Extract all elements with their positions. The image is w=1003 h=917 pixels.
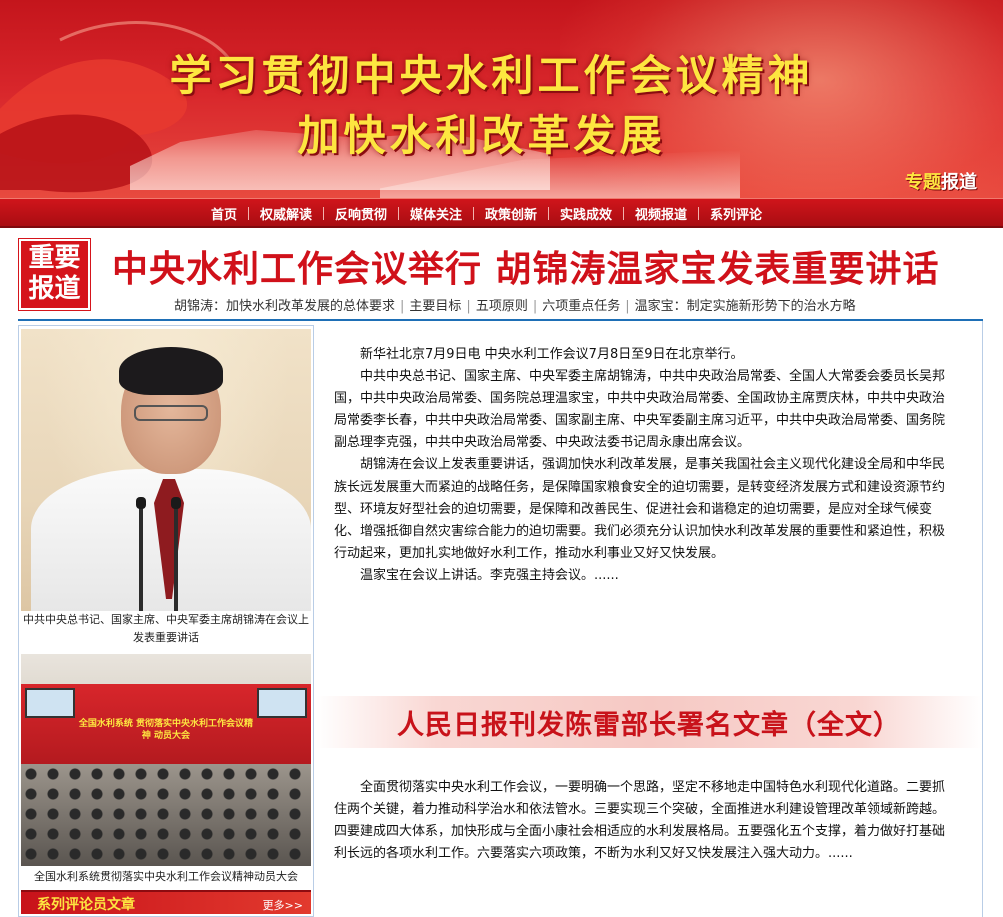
secondary-article: 全面贯彻落实中央水利工作会议，一要明确一个思路，坚定不移地走中国特色水利现代化道… bbox=[334, 777, 952, 865]
main-divider bbox=[18, 319, 983, 321]
banner-title-line1: 学习贯彻中央水利工作会议精神 bbox=[169, 51, 814, 100]
stage-screen bbox=[25, 688, 75, 718]
sublink-divider: | bbox=[532, 299, 538, 314]
article-paragraph: 中共中央总书记、国家主席、中央军委主席胡锦涛，中共中央政治局常委、全国人大常委会… bbox=[334, 369, 946, 451]
microphone-icon bbox=[171, 497, 181, 611]
nav-item-practice[interactable]: 实践成效 bbox=[549, 204, 623, 223]
left-column: 中共中央总书记、国家主席、中央军委主席胡锦涛在会议上发表重要讲话 全国水利系统 … bbox=[18, 325, 314, 917]
important-report-badge: 重要 报道 bbox=[18, 238, 91, 311]
nav-item-media[interactable]: 媒体关注 bbox=[399, 204, 473, 223]
speech-photo[interactable] bbox=[21, 329, 311, 611]
more-link[interactable]: 更多>> bbox=[263, 897, 303, 913]
glasses-shape bbox=[134, 405, 208, 421]
meeting-photo-caption[interactable]: 全国水利系统贯彻落实中央水利工作会议精神动员大会 bbox=[21, 866, 311, 888]
nav-item-home[interactable]: 首页 bbox=[200, 204, 248, 223]
sublink-five-principles[interactable]: 五项原则 bbox=[476, 299, 528, 314]
secondary-article-paragraph[interactable]: 全面贯彻落实中央水利工作会议，一要明确一个思路，坚定不移地走中国特色水利现代化道… bbox=[334, 777, 952, 865]
badge-part2: 报道 bbox=[941, 172, 977, 193]
special-report-badge: 专题报道 bbox=[905, 168, 977, 194]
nav-list: 首页 权威解读 反响贯彻 媒体关注 政策创新 实践成效 视频报道 系列评论 bbox=[0, 199, 1003, 227]
article-paragraph: 胡锦涛在会议上发表重要讲话，强调加快水利改革发展，是事关我国社会主义现代化建设全… bbox=[334, 457, 946, 561]
nav-item-authoritative[interactable]: 权威解读 bbox=[249, 204, 323, 223]
main-nav: 首页 权威解读 反响贯彻 媒体关注 政策创新 实践成效 视频报道 系列评论 bbox=[0, 198, 1003, 228]
stage-screen bbox=[257, 688, 307, 718]
secondary-article-title[interactable]: 人民日报刊发陈雷部长署名文章（全文） bbox=[316, 703, 982, 742]
sublink-six-tasks[interactable]: 六项重点任务 bbox=[542, 299, 620, 314]
headline-sublinks: 胡锦涛：加快水利改革发展的总体要求 | 主要目标 | 五项原则 | 六项重点任务 | 温家宝：制… bbox=[174, 295, 856, 314]
series-commentary-title: 系列评论员文章 bbox=[37, 897, 135, 913]
badge-part1: 专题 bbox=[905, 172, 941, 193]
nav-item-video[interactable]: 视频报道 bbox=[624, 204, 698, 223]
sublink-main-goals[interactable]: 主要目标 bbox=[409, 299, 461, 314]
microphone-icon bbox=[136, 497, 146, 611]
stage-banner-text: 全国水利系统 贯彻落实中央水利工作会议精神 动员大会 bbox=[78, 719, 254, 741]
banner: 学习贯彻中央水利工作会议精神 加快水利改革发展 专题报道 bbox=[0, 0, 1003, 198]
secondary-article-title-band: 人民日报刊发陈雷部长署名文章（全文） bbox=[316, 696, 982, 748]
badge-line2: 报道 bbox=[28, 274, 81, 304]
nav-item-policy[interactable]: 政策创新 bbox=[474, 204, 548, 223]
main-article: 新华社北京7月9日电 中央水利工作会议7月8日至9日在北京举行。 中共中央总书记… bbox=[334, 344, 952, 587]
sublink-divider: | bbox=[466, 299, 471, 314]
nav-item-response[interactable]: 反响贯彻 bbox=[324, 204, 398, 223]
sublink-divider: | bbox=[400, 299, 405, 314]
banner-title-line2: 加快水利改革发展 bbox=[297, 111, 666, 160]
article-paragraph-ending[interactable]: 温家宝在会议上讲话。李克强主持会议。...... bbox=[334, 565, 952, 587]
sublink-divider: | bbox=[625, 299, 630, 314]
stage-backdrop: 全国水利系统 贯彻落实中央水利工作会议精神 动员大会 bbox=[21, 684, 311, 764]
sublink-general-requirements[interactable]: 胡锦涛：加快水利改革发展的总体要求 bbox=[174, 299, 395, 314]
sublink-wen-strategy[interactable]: 温家宝：制定实施新形势下的治水方略 bbox=[635, 299, 856, 314]
audience-crowd bbox=[21, 764, 311, 866]
hair-shape bbox=[119, 347, 223, 395]
mobilization-meeting-photo[interactable]: 全国水利系统 贯彻落实中央水利工作会议精神 动员大会 bbox=[21, 654, 311, 866]
badge-line1: 重要 bbox=[28, 243, 81, 273]
frame-border bbox=[982, 321, 983, 917]
speech-photo-caption[interactable]: 中共中央总书记、国家主席、中央军委主席胡锦涛在会议上发表重要讲话 bbox=[21, 611, 311, 651]
nav-item-series[interactable]: 系列评论 bbox=[699, 204, 773, 223]
article-paragraph: 新华社北京7月9日电 中央水利工作会议7月8日至9日在北京举行。 bbox=[360, 347, 744, 362]
series-commentary-header: 系列评论员文章 更多>> bbox=[21, 890, 311, 914]
headline-title[interactable]: 中央水利工作会议举行 胡锦涛温家宝发表重要讲话 bbox=[112, 240, 940, 292]
